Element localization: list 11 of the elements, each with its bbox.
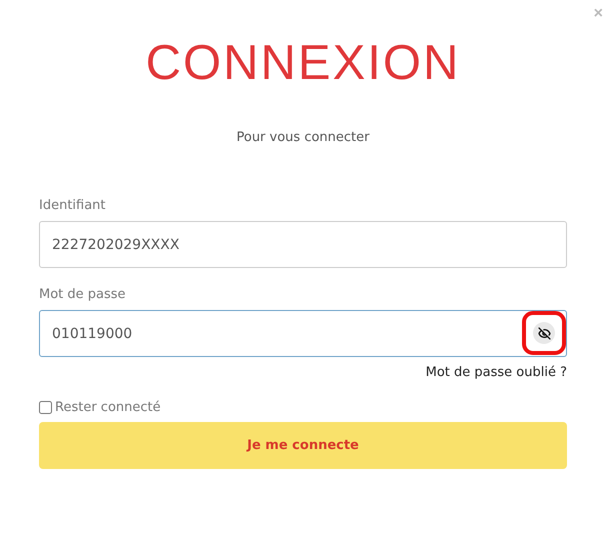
subtitle: Pour vous connecter: [236, 130, 370, 146]
field-label: Identifiant: [39, 198, 107, 214]
login-button[interactable]: Je me connecte: [39, 422, 567, 469]
field-label: Mot de passe: [39, 287, 127, 303]
page-title: CONNEXION: [146, 36, 460, 90]
forgot-password-link[interactable]: Mot de passe oublié ?: [426, 365, 567, 380]
password-field[interactable]: 010119000: [39, 310, 567, 357]
username-field[interactable]: 2227202029XXXX: [39, 221, 567, 268]
eye-slash-icon: [538, 326, 550, 340]
remember-label: Rester connecté: [55, 400, 161, 415]
remember-checkbox[interactable]: [39, 401, 52, 414]
